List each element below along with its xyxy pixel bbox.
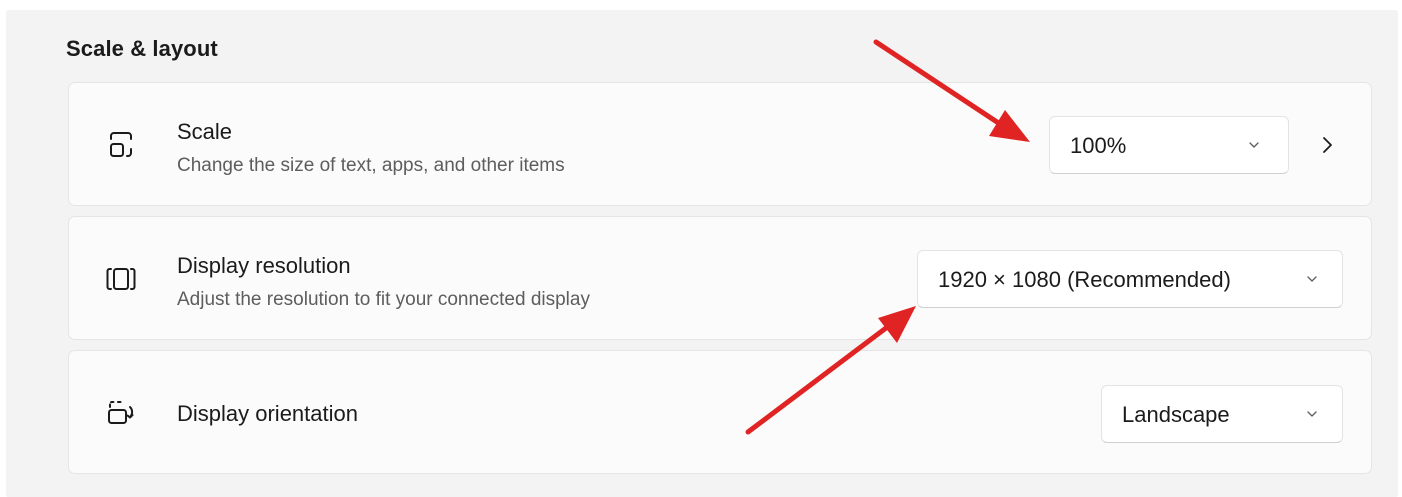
display-resolution-dropdown-value: 1920 × 1080 (Recommended): [938, 267, 1231, 292]
scale-setting-card[interactable]: Scale Change the size of text, apps, and…: [68, 82, 1372, 206]
display-resolution-description: Adjust the resolution to fit your connec…: [177, 289, 590, 310]
scale-icon: [103, 127, 139, 163]
scale-dropdown-value: 100%: [1070, 133, 1127, 158]
scale-dropdown[interactable]: 100%: [1049, 116, 1289, 174]
display-orientation-card: Display orientation Landscape: [68, 350, 1372, 474]
chevron-right-icon[interactable]: [1317, 134, 1337, 156]
chevron-down-icon: [1246, 137, 1262, 153]
display-orientation-title: Display orientation: [177, 401, 358, 426]
scale-description: Change the size of text, apps, and other…: [177, 155, 565, 176]
display-orientation-dropdown-value: Landscape: [1122, 402, 1230, 427]
chevron-down-icon: [1304, 406, 1320, 422]
scale-title: Scale: [177, 119, 233, 144]
chevron-down-icon: [1304, 271, 1320, 287]
display-resolution-icon: [103, 261, 139, 297]
display-resolution-dropdown[interactable]: 1920 × 1080 (Recommended): [917, 250, 1343, 308]
display-orientation-dropdown[interactable]: Landscape: [1101, 385, 1343, 443]
display-resolution-title: Display resolution: [177, 253, 351, 278]
display-orientation-icon: [103, 395, 139, 431]
section-title: Scale & layout: [66, 36, 218, 61]
settings-panel: Scale & layout Scale Change the size of …: [6, 10, 1398, 497]
display-resolution-card: Display resolution Adjust the resolution…: [68, 216, 1372, 340]
